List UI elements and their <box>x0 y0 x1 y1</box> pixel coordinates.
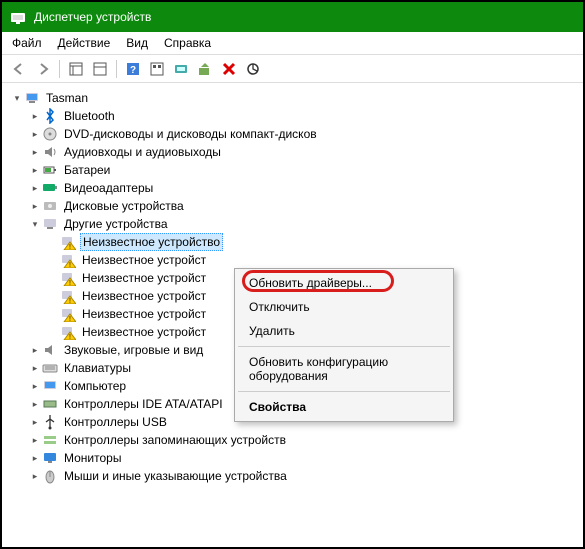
toolbar: ? <box>2 55 583 83</box>
update-driver-button[interactable] <box>194 58 216 80</box>
cm-separator <box>238 346 450 347</box>
chevron-right-icon[interactable]: ▸ <box>28 433 42 447</box>
bluetooth-icon <box>42 108 58 124</box>
uninstall-button[interactable] <box>218 58 240 80</box>
tree-audio[interactable]: ▸Аудиовходы и аудиовыходы <box>28 143 579 161</box>
window-title: Диспетчер устройств <box>34 10 151 24</box>
tree-root-label: Tasman <box>44 90 90 106</box>
warning-icon: ! <box>60 252 76 268</box>
warning-icon: ! <box>60 288 76 304</box>
warning-icon: ! <box>60 306 76 322</box>
chevron-right-icon[interactable]: ▸ <box>28 361 42 375</box>
context-menu: Обновить драйверы... Отключить Удалить О… <box>234 268 454 422</box>
chevron-right-icon[interactable]: ▸ <box>28 379 42 393</box>
computer-icon <box>42 378 58 394</box>
chevron-right-icon[interactable]: ▸ <box>28 127 42 141</box>
titlebar: Диспетчер устройств <box>2 2 583 32</box>
tree-battery[interactable]: ▸Батареи <box>28 161 579 179</box>
warning-icon: ! <box>60 234 76 250</box>
cm-delete[interactable]: Удалить <box>237 319 451 343</box>
mouse-icon <box>42 468 58 484</box>
tree-other[interactable]: ▾Другие устройства <box>28 215 579 233</box>
menu-help[interactable]: Справка <box>164 36 211 50</box>
tree-dvd[interactable]: ▸DVD-дисководы и дисководы компакт-диско… <box>28 125 579 143</box>
menu-file[interactable]: Файл <box>12 36 42 50</box>
tree-unknown-device[interactable]: !Неизвестное устройство <box>46 233 579 251</box>
chevron-right-icon[interactable]: ▸ <box>28 469 42 483</box>
tree-bluetooth[interactable]: ▸Bluetooth <box>28 107 579 125</box>
monitor-icon <box>42 450 58 466</box>
disable-button[interactable] <box>242 58 264 80</box>
chevron-down-icon[interactable]: ▾ <box>10 91 24 105</box>
back-button[interactable] <box>8 58 30 80</box>
chevron-down-icon[interactable]: ▾ <box>28 217 42 231</box>
cm-disable[interactable]: Отключить <box>237 295 451 319</box>
chevron-right-icon[interactable]: ▸ <box>28 163 42 177</box>
cm-scan-hardware[interactable]: Обновить конфигурацию оборудования <box>237 350 451 388</box>
tree-mice[interactable]: ▸Мыши и иные указывающие устройства <box>28 467 579 485</box>
show-hidden-button[interactable] <box>65 58 87 80</box>
tree-storage[interactable]: ▸Контроллеры запоминающих устройств <box>28 431 579 449</box>
computer-icon <box>24 90 40 106</box>
scan-hw-button[interactable] <box>170 58 192 80</box>
chevron-right-icon[interactable]: ▸ <box>28 397 42 411</box>
chevron-right-icon[interactable]: ▸ <box>28 181 42 195</box>
warning-icon: ! <box>60 270 76 286</box>
tree-root[interactable]: ▾ Tasman <box>10 89 579 107</box>
svg-text:?: ? <box>130 65 136 76</box>
ide-controller-icon <box>42 396 58 412</box>
chevron-right-icon[interactable]: ▸ <box>28 415 42 429</box>
svg-text:!: ! <box>69 280 71 286</box>
chevron-right-icon[interactable]: ▸ <box>28 145 42 159</box>
chevron-right-icon[interactable]: ▸ <box>28 109 42 123</box>
display-adapter-icon <box>42 180 58 196</box>
svg-text:!: ! <box>69 298 71 304</box>
battery-icon <box>42 162 58 178</box>
properties-button[interactable] <box>89 58 111 80</box>
audio-icon <box>42 144 58 160</box>
svg-text:!: ! <box>69 316 71 322</box>
svg-text:!: ! <box>69 334 71 340</box>
menu-action[interactable]: Действие <box>58 36 111 50</box>
keyboard-icon <box>42 360 58 376</box>
menu-view[interactable]: Вид <box>126 36 148 50</box>
forward-button[interactable] <box>32 58 54 80</box>
chevron-right-icon[interactable]: ▸ <box>28 199 42 213</box>
chevron-right-icon[interactable]: ▸ <box>28 343 42 357</box>
other-devices-icon <box>42 216 58 232</box>
tree-unknown-device[interactable]: !Неизвестное устройст <box>46 251 579 269</box>
tree-monitors[interactable]: ▸Мониторы <box>28 449 579 467</box>
tree-video[interactable]: ▸Видеоадаптеры <box>28 179 579 197</box>
cm-properties[interactable]: Свойства <box>237 395 451 419</box>
view-button[interactable] <box>146 58 168 80</box>
disc-icon <box>42 126 58 142</box>
storage-controller-icon <box>42 432 58 448</box>
chevron-right-icon[interactable]: ▸ <box>28 451 42 465</box>
warning-icon: ! <box>60 324 76 340</box>
disk-icon <box>42 198 58 214</box>
sound-icon <box>42 342 58 358</box>
help-button[interactable]: ? <box>122 58 144 80</box>
usb-icon <box>42 414 58 430</box>
svg-text:!: ! <box>69 244 71 250</box>
app-icon <box>10 9 26 25</box>
cm-separator <box>238 391 450 392</box>
svg-text:!: ! <box>69 262 71 268</box>
cm-update-drivers[interactable]: Обновить драйверы... <box>237 271 451 295</box>
menubar: Файл Действие Вид Справка <box>2 32 583 55</box>
tree-disk[interactable]: ▸Дисковые устройства <box>28 197 579 215</box>
